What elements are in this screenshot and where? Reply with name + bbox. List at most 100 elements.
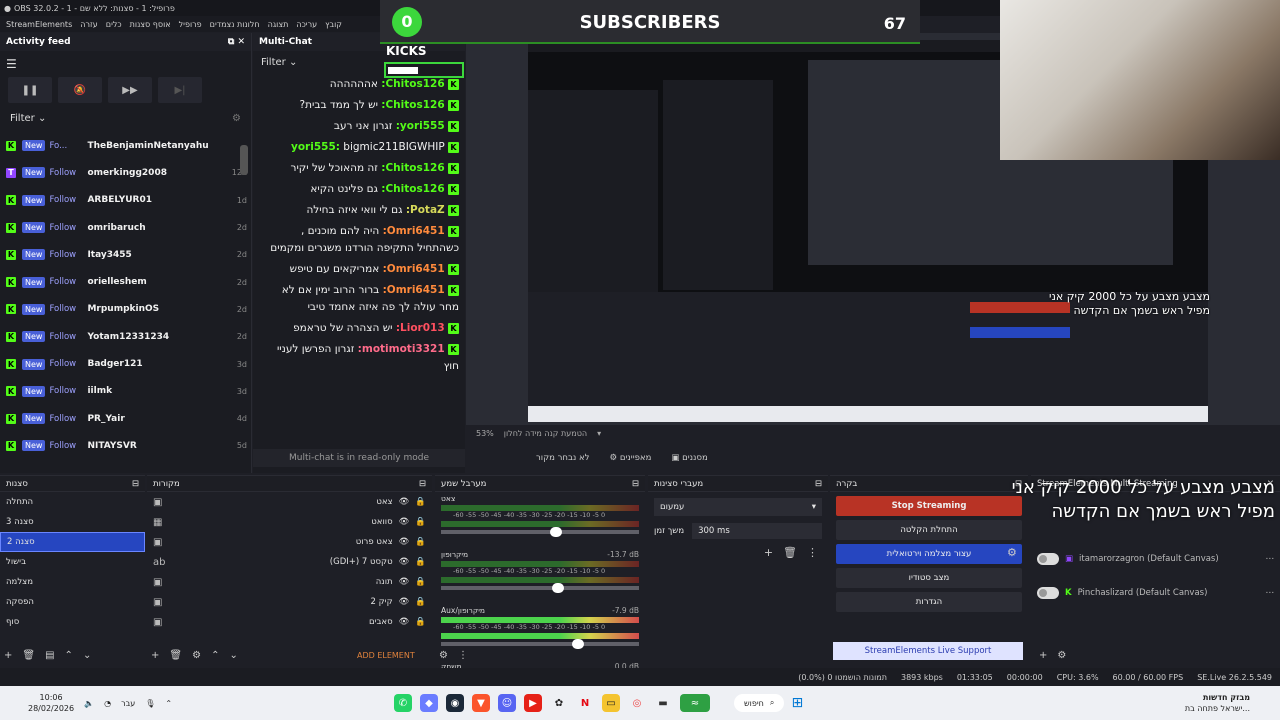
lock-icon[interactable]: 🔒 bbox=[415, 577, 426, 587]
lock-icon[interactable]: 🔒 bbox=[415, 497, 426, 507]
volume-slider[interactable] bbox=[441, 527, 639, 537]
dock-menu-icon[interactable]: ⊟ bbox=[815, 479, 822, 489]
duration-input[interactable]: 300 ms bbox=[692, 523, 822, 539]
add-icon[interactable]: + bbox=[1039, 650, 1047, 661]
volume-knob[interactable] bbox=[549, 527, 562, 537]
obs-taskbar-icon[interactable]: ▬ bbox=[654, 694, 672, 712]
news-widget[interactable]: מבזק חדשות ישראל פתחה בת... bbox=[1185, 692, 1250, 714]
up-icon[interactable]: ⌃ bbox=[211, 650, 219, 661]
scene-item[interactable]: סצנה 2 bbox=[0, 532, 145, 552]
menu-item[interactable]: עזרה bbox=[80, 20, 98, 29]
source-item[interactable]: ▣ סאבים 👁 🔒 bbox=[147, 612, 432, 632]
dock-menu-icon[interactable]: ⊟ bbox=[632, 479, 639, 489]
more-icon[interactable]: ⋮ bbox=[807, 546, 818, 559]
feed-scrollbar[interactable] bbox=[240, 145, 248, 175]
clock[interactable]: 10:06 28/02/2026 bbox=[28, 692, 74, 714]
scene-item[interactable]: סוף bbox=[0, 612, 145, 632]
menu-item[interactable]: פרופיל bbox=[179, 20, 202, 29]
gear-icon[interactable]: ⚙ bbox=[232, 113, 241, 124]
properties-button[interactable]: ⚙ מאפיינים bbox=[610, 453, 652, 463]
skip-button[interactable]: ▶▶ bbox=[108, 77, 152, 103]
feed-item[interactable]: K New Follow ARBELYUR01 1d bbox=[0, 187, 251, 214]
mic-icon[interactable]: 🎙 bbox=[145, 699, 155, 708]
windows-start-icon[interactable]: ⊞ bbox=[788, 694, 806, 712]
live-support-button[interactable]: StreamElements Live Support bbox=[833, 642, 1023, 660]
up-icon[interactable]: ⌃ bbox=[65, 650, 73, 661]
float-icon[interactable]: ⧉ bbox=[228, 37, 234, 47]
youtube-icon[interactable]: ▶ bbox=[524, 694, 542, 712]
feed-item[interactable]: K New Follow iilmk 3d bbox=[0, 378, 251, 405]
eye-icon[interactable]: 👁 bbox=[399, 557, 410, 567]
chevron-up-icon[interactable]: ⌃ bbox=[165, 699, 172, 708]
gear-icon[interactable]: ⚙ bbox=[192, 650, 201, 661]
virtual-camera-button[interactable]: עצור מצלמה וירטואלית bbox=[836, 544, 1022, 564]
menu-item[interactable]: חלונות נצמדים bbox=[210, 20, 260, 29]
mute-alerts-button[interactable]: 🔕 bbox=[58, 77, 102, 103]
add-icon[interactable]: + bbox=[4, 650, 12, 661]
steam-icon[interactable]: ◉ bbox=[446, 694, 464, 712]
discord-icon[interactable]: ☺ bbox=[498, 694, 516, 712]
volume-knob[interactable] bbox=[551, 583, 564, 593]
scene-item[interactable]: מצלמה bbox=[0, 572, 145, 592]
dock-menu-icon[interactable]: ⊟ bbox=[132, 479, 139, 489]
eye-icon[interactable]: 👁 bbox=[399, 537, 410, 547]
gear-icon[interactable]: ⚙ bbox=[1057, 650, 1066, 661]
more-icon[interactable]: ⋮ bbox=[458, 650, 468, 661]
feed-filter[interactable]: Filter ⌄ ⚙ bbox=[0, 113, 251, 124]
chatgpt-icon[interactable]: ✿ bbox=[550, 694, 568, 712]
eye-icon[interactable]: 👁 bbox=[399, 617, 410, 627]
menu-item[interactable]: עריכה bbox=[296, 20, 317, 29]
down-icon[interactable]: ⌄ bbox=[83, 650, 91, 661]
add-icon[interactable]: + bbox=[151, 650, 159, 661]
source-item[interactable]: ▣ תונה 👁 🔒 bbox=[147, 572, 432, 592]
feed-item[interactable]: K New Follow omribaruch 2d bbox=[0, 214, 251, 241]
eye-icon[interactable]: 👁 bbox=[399, 577, 410, 587]
zoom-level[interactable]: 53% bbox=[476, 429, 494, 438]
chrome-icon[interactable]: ◎ bbox=[628, 694, 646, 712]
dock-menu-icon[interactable]: ⊟ bbox=[419, 479, 426, 489]
more-icon[interactable]: ⋯ bbox=[1266, 588, 1275, 598]
zoom-dropdown-icon[interactable]: ▾ bbox=[597, 429, 601, 438]
lock-icon[interactable]: 🔒 bbox=[415, 617, 426, 627]
close-icon[interactable]: ✕ bbox=[237, 37, 245, 47]
filters-button[interactable]: ▣ מסננים bbox=[671, 453, 707, 463]
transition-select[interactable]: עמעום ▾ bbox=[654, 498, 822, 516]
lock-icon[interactable]: 🔒 bbox=[415, 597, 426, 607]
pause-button[interactable]: ❚❚ bbox=[8, 77, 52, 103]
down-icon[interactable]: ⌄ bbox=[229, 650, 237, 661]
source-item[interactable]: ab (GDI+) טקסט 7 👁 🔒 bbox=[147, 552, 432, 572]
feed-item[interactable]: K New Follow orielleshem 2d bbox=[0, 268, 251, 295]
source-item[interactable]: ▣ צאט פרוט 👁 🔒 bbox=[147, 532, 432, 552]
settings-button[interactable]: הגדרות bbox=[836, 592, 1022, 612]
netflix-icon[interactable]: N bbox=[576, 694, 594, 712]
source-item[interactable]: ▣ צאט 👁 🔒 bbox=[147, 492, 432, 512]
whatsapp-icon[interactable]: ✆ bbox=[394, 694, 412, 712]
lang-indicator[interactable]: עבר bbox=[121, 699, 135, 708]
menu-item[interactable]: StreamElements bbox=[6, 20, 72, 29]
volume-slider[interactable] bbox=[441, 639, 639, 649]
eye-icon[interactable]: 👁 bbox=[399, 517, 410, 527]
trash-icon[interactable]: 🗑 bbox=[783, 546, 797, 559]
lock-icon[interactable]: 🔒 bbox=[415, 557, 426, 567]
menu-item[interactable]: קובץ bbox=[325, 20, 342, 29]
speaker-icon[interactable]: 🔈 bbox=[84, 699, 94, 708]
vcam-gear-icon[interactable]: ⚙ bbox=[1007, 546, 1017, 559]
eye-icon[interactable]: 👁 bbox=[399, 497, 410, 507]
menu-item[interactable]: כלים bbox=[106, 20, 122, 29]
gear-icon[interactable]: ⚙ bbox=[439, 650, 448, 661]
taskbar-search[interactable]: חיפוש ⌕ bbox=[734, 694, 785, 712]
hamburger-menu-icon[interactable]: ☰ bbox=[6, 57, 245, 71]
scene-item[interactable]: סצנה 3 bbox=[0, 512, 145, 532]
feed-item[interactable]: K New Fo... TheBenjaminNetanyahu bbox=[0, 132, 251, 159]
feed-item[interactable]: TNewFollowomerkingg200812h bbox=[0, 159, 251, 186]
more-icon[interactable]: ⋯ bbox=[1266, 554, 1275, 564]
source-item[interactable]: ▦ סוואט 👁 🔒 bbox=[147, 512, 432, 532]
toggle-switch[interactable] bbox=[1037, 553, 1059, 565]
game-icon[interactable]: ≈ bbox=[680, 694, 710, 712]
trash-icon[interactable]: 🗑 bbox=[22, 650, 35, 661]
feed-item[interactable]: K New Follow PR_Yair 4d bbox=[0, 405, 251, 432]
add-element-button[interactable]: ADD ELEMENT bbox=[357, 651, 415, 660]
lock-icon[interactable]: 🔒 bbox=[415, 537, 426, 547]
folder-icon[interactable]: ▭ bbox=[602, 694, 620, 712]
menu-item[interactable]: אוסף סצנות bbox=[130, 20, 171, 29]
